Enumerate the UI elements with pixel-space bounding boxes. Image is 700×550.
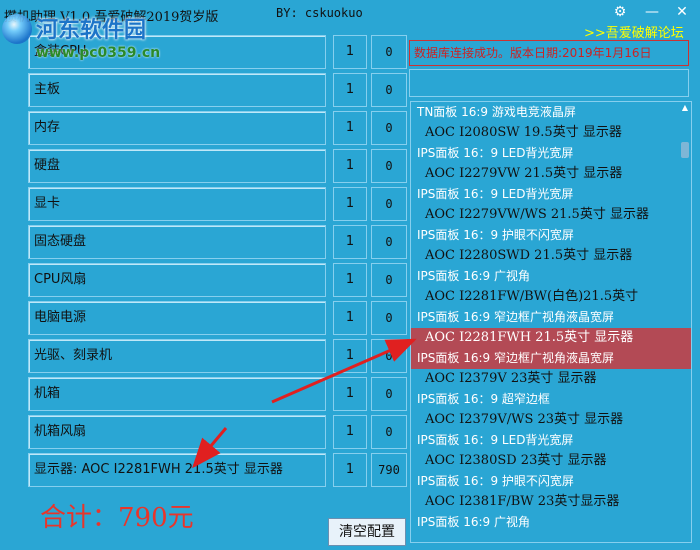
component-qty[interactable]: 1 (333, 339, 367, 373)
component-button[interactable]: 内存 (28, 111, 326, 145)
component-row: 显卡 1 0 (28, 187, 410, 223)
component-qty[interactable]: 1 (333, 187, 367, 221)
product-name-item[interactable]: AOC I2380SD 23英寸 显示器 (411, 451, 691, 472)
component-qty[interactable]: 1 (333, 73, 367, 107)
product-name-item[interactable]: AOC I2379V 23英寸 显示器 (411, 369, 691, 390)
component-row: CPU风扇 1 0 (28, 263, 410, 299)
product-name-item[interactable]: AOC I2381F/BW 23英寸显示器 (411, 492, 691, 513)
component-button[interactable]: CPU风扇 (28, 263, 326, 297)
scrollbar[interactable]: ▲ (679, 102, 691, 542)
window-title: 攒机助理 V1.0 吾爱破解2019贺岁版 (4, 10, 219, 25)
blank-field (409, 69, 689, 97)
component-button[interactable]: 主板 (28, 73, 326, 107)
component-price: 0 (371, 377, 407, 411)
component-qty[interactable]: 1 (333, 225, 367, 259)
component-qty[interactable]: 1 (333, 453, 367, 487)
product-desc-item[interactable]: IPS面板 16：9 LED背光宽屏 (411, 143, 691, 164)
product-desc-item[interactable]: IPS面板 16：9 超窄边框 (411, 389, 691, 410)
clear-config-button[interactable]: 清空配置 (328, 518, 406, 546)
component-qty[interactable]: 1 (333, 415, 367, 449)
product-name-item[interactable]: AOC I2379V/WS 23英寸 显示器 (411, 410, 691, 431)
component-price: 0 (371, 111, 407, 145)
forum-link[interactable]: >>吾爱破解论坛 (584, 22, 684, 41)
component-price: 0 (371, 149, 407, 183)
product-name-item[interactable]: AOC I2280SWD 21.5英寸 显示器 (411, 246, 691, 267)
component-button[interactable]: 显卡 (28, 187, 326, 221)
product-desc-item[interactable]: IPS面板 16：9 LED背光宽屏 (411, 184, 691, 205)
component-price: 0 (371, 301, 407, 335)
component-row: 主板 1 0 (28, 73, 410, 109)
component-price: 0 (371, 263, 407, 297)
product-name-item[interactable]: AOC I2281FWH 21.5英寸 显示器 (411, 327, 691, 348)
product-desc-item[interactable]: IPS面板 16:9 广视角 (411, 266, 691, 287)
component-row: 硬盘 1 0 (28, 149, 410, 185)
product-desc-item[interactable]: TN面板 16:9 游戏电竞液晶屏 (411, 102, 691, 123)
product-name-item[interactable]: AOC I2279VW 21.5英寸 显示器 (411, 164, 691, 185)
component-button[interactable]: 显示器: AOC I2281FWH 21.5英寸 显示器 (28, 453, 326, 487)
product-desc-item[interactable]: IPS面板 16:9 窄边框广视角液晶宽屏 (411, 348, 691, 369)
scrollbar-thumb[interactable] (681, 142, 689, 158)
close-icon[interactable]: ✕ (670, 2, 694, 22)
component-row: 显示器: AOC I2281FWH 21.5英寸 显示器 1 790 (28, 453, 410, 489)
component-button[interactable]: 硬盘 (28, 149, 326, 183)
component-price: 0 (371, 415, 407, 449)
product-desc-item[interactable]: IPS面板 16:9 广视角 (411, 512, 691, 533)
total-price: 合计：790元 (40, 503, 194, 533)
product-desc-item[interactable]: IPS面板 16：9 护眼不闪宽屏 (411, 471, 691, 492)
component-qty[interactable]: 1 (333, 377, 367, 411)
scroll-up-icon[interactable]: ▲ (681, 104, 689, 112)
product-desc-item[interactable]: IPS面板 16：9 护眼不闪宽屏 (411, 225, 691, 246)
component-price: 0 (371, 35, 407, 69)
product-name-item[interactable]: AOC I2281FW/BW(白色)21.5英寸 (411, 287, 691, 308)
product-listbox[interactable]: TN面板 16:9 游戏电竞液晶屏 AOC I2080SW 19.5英寸 显示器 I… (410, 101, 692, 543)
product-name-item[interactable]: AOC I2080SW 19.5英寸 显示器 (411, 123, 691, 144)
product-list: TN面板 16:9 游戏电竞液晶屏 AOC I2080SW 19.5英寸 显示器 I… (411, 102, 691, 533)
status-message: 数据库连接成功。版本日期:2019年1月16日 (409, 40, 689, 66)
component-price: 0 (371, 73, 407, 107)
component-button[interactable]: 机箱风扇 (28, 415, 326, 449)
gear-icon[interactable]: ⚙ (608, 2, 632, 22)
component-row: 固态硬盘 1 0 (28, 225, 410, 261)
component-price: 790 (371, 453, 407, 487)
component-button[interactable]: 机箱 (28, 377, 326, 411)
product-name-item[interactable]: AOC I2279VW/WS 21.5英寸 显示器 (411, 205, 691, 226)
component-price: 0 (371, 187, 407, 221)
product-desc-item[interactable]: IPS面板 16:9 窄边框广视角液晶宽屏 (411, 307, 691, 328)
author-label: BY: cskuokuo (276, 6, 363, 20)
component-price: 0 (371, 339, 407, 373)
component-row: 内存 1 0 (28, 111, 410, 147)
component-row: 机箱风扇 1 0 (28, 415, 410, 451)
minimize-button[interactable]: — (640, 2, 664, 22)
product-desc-item[interactable]: IPS面板 16：9 LED背光宽屏 (411, 430, 691, 451)
component-qty[interactable]: 1 (333, 263, 367, 297)
component-button[interactable]: 固态硬盘 (28, 225, 326, 259)
component-qty[interactable]: 1 (333, 149, 367, 183)
component-row: 光驱、刻录机 1 0 (28, 339, 410, 375)
component-button[interactable]: 电脑电源 (28, 301, 326, 335)
component-row: 盒装CPU 1 0 (28, 35, 410, 71)
component-button[interactable]: 光驱、刻录机 (28, 339, 326, 373)
component-button[interactable]: 盒装CPU (28, 35, 326, 69)
component-qty[interactable]: 1 (333, 301, 367, 335)
component-row: 电脑电源 1 0 (28, 301, 410, 337)
component-row: 机箱 1 0 (28, 377, 410, 413)
component-qty[interactable]: 1 (333, 35, 367, 69)
component-qty[interactable]: 1 (333, 111, 367, 145)
component-price: 0 (371, 225, 407, 259)
